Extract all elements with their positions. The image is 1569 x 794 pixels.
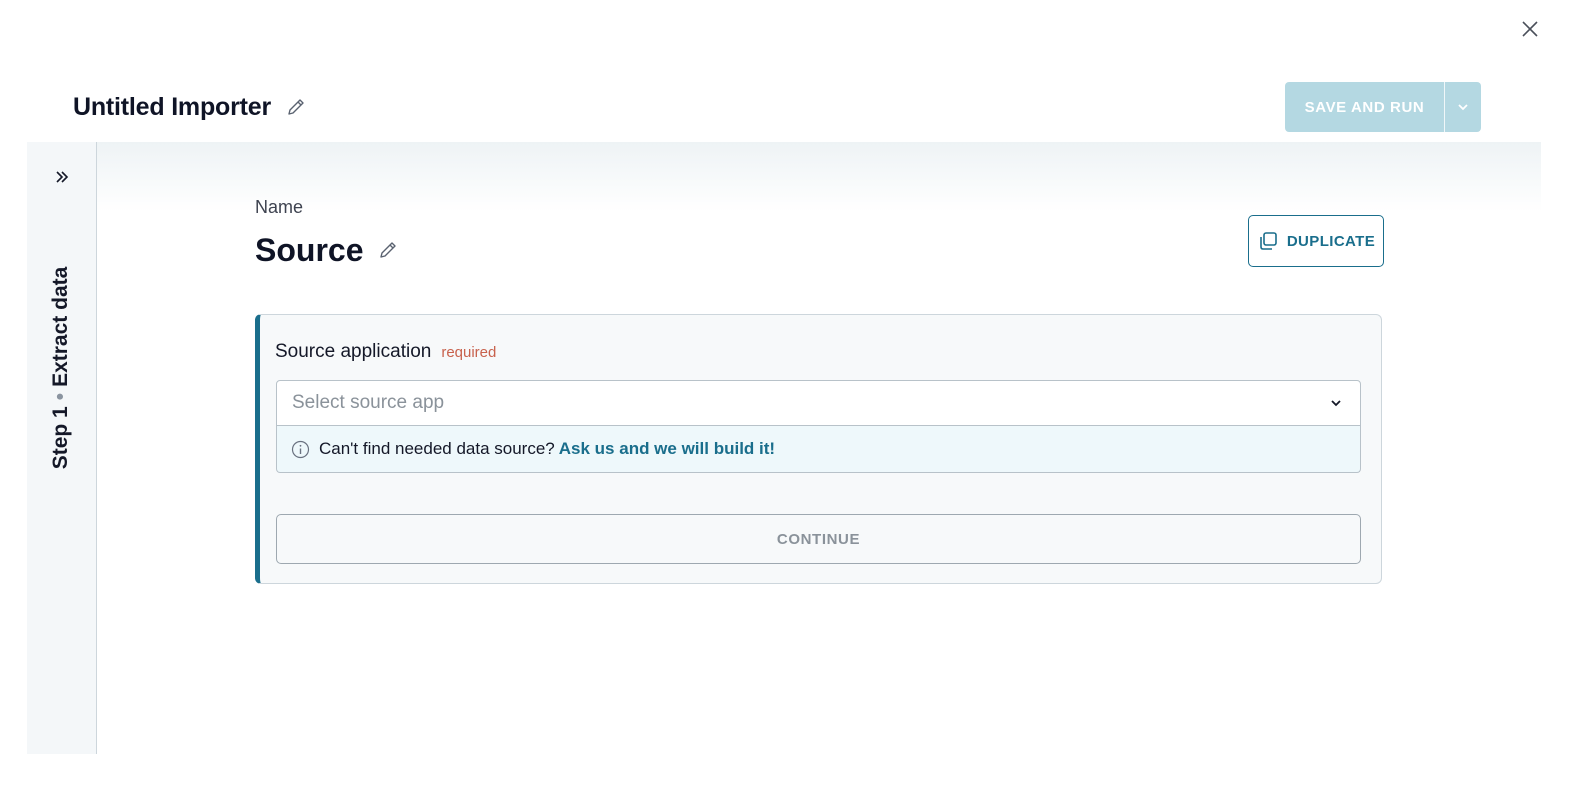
save-options-button[interactable] bbox=[1445, 82, 1481, 132]
step-rail: Step 1 • Extract data bbox=[27, 142, 97, 754]
expand-rail-button[interactable] bbox=[51, 166, 73, 188]
duplicate-label: DUPLICATE bbox=[1286, 232, 1376, 250]
chevron-down-icon bbox=[1326, 393, 1346, 413]
top-fade bbox=[97, 142, 1541, 212]
step-label[interactable]: Step 1 • Extract data bbox=[49, 267, 73, 470]
continue-button[interactable]: CONTINUE bbox=[276, 514, 1361, 564]
close-icon bbox=[1522, 21, 1538, 37]
copy-icon bbox=[1260, 232, 1277, 250]
source-application-label: Source application required bbox=[275, 341, 496, 363]
importer-title-area: Untitled Importer bbox=[73, 90, 307, 124]
hint-text: Can't find needed data source? bbox=[319, 439, 555, 458]
request-source-link[interactable]: Ask us and we will build it! bbox=[559, 439, 775, 459]
step-name: Extract data bbox=[49, 266, 72, 387]
save-and-run-button[interactable]: SAVE AND RUN bbox=[1285, 82, 1444, 132]
save-divider bbox=[1444, 82, 1445, 132]
select-placeholder: Select source app bbox=[292, 392, 445, 413]
name-label: Name bbox=[255, 197, 304, 217]
source-card: Source application required Select sourc… bbox=[255, 314, 1382, 584]
field-label-text: Source application bbox=[275, 341, 432, 362]
step-number: Step 1 bbox=[49, 406, 72, 470]
edit-step-name-button[interactable] bbox=[377, 239, 399, 261]
pencil-icon bbox=[288, 99, 304, 115]
source-app-select[interactable]: Select source app bbox=[276, 380, 1361, 426]
info-icon bbox=[291, 440, 310, 459]
duplicate-button[interactable]: DUPLICATE bbox=[1248, 215, 1384, 267]
step-separator: • bbox=[49, 392, 72, 401]
step-title: Source bbox=[255, 231, 364, 268]
data-source-hint: Can't find needed data source? Ask us an… bbox=[276, 426, 1361, 473]
step-name-area: Source bbox=[255, 230, 399, 270]
pencil-icon bbox=[380, 242, 397, 258]
close-button[interactable] bbox=[1518, 17, 1542, 41]
importer-title: Untitled Importer bbox=[73, 92, 271, 121]
double-chevron-right-icon bbox=[56, 171, 69, 183]
edit-title-button[interactable] bbox=[285, 96, 307, 118]
required-tag: required bbox=[441, 344, 497, 361]
save-and-run-group: SAVE AND RUN bbox=[1285, 82, 1481, 132]
chevron-down-icon bbox=[1458, 104, 1468, 111]
